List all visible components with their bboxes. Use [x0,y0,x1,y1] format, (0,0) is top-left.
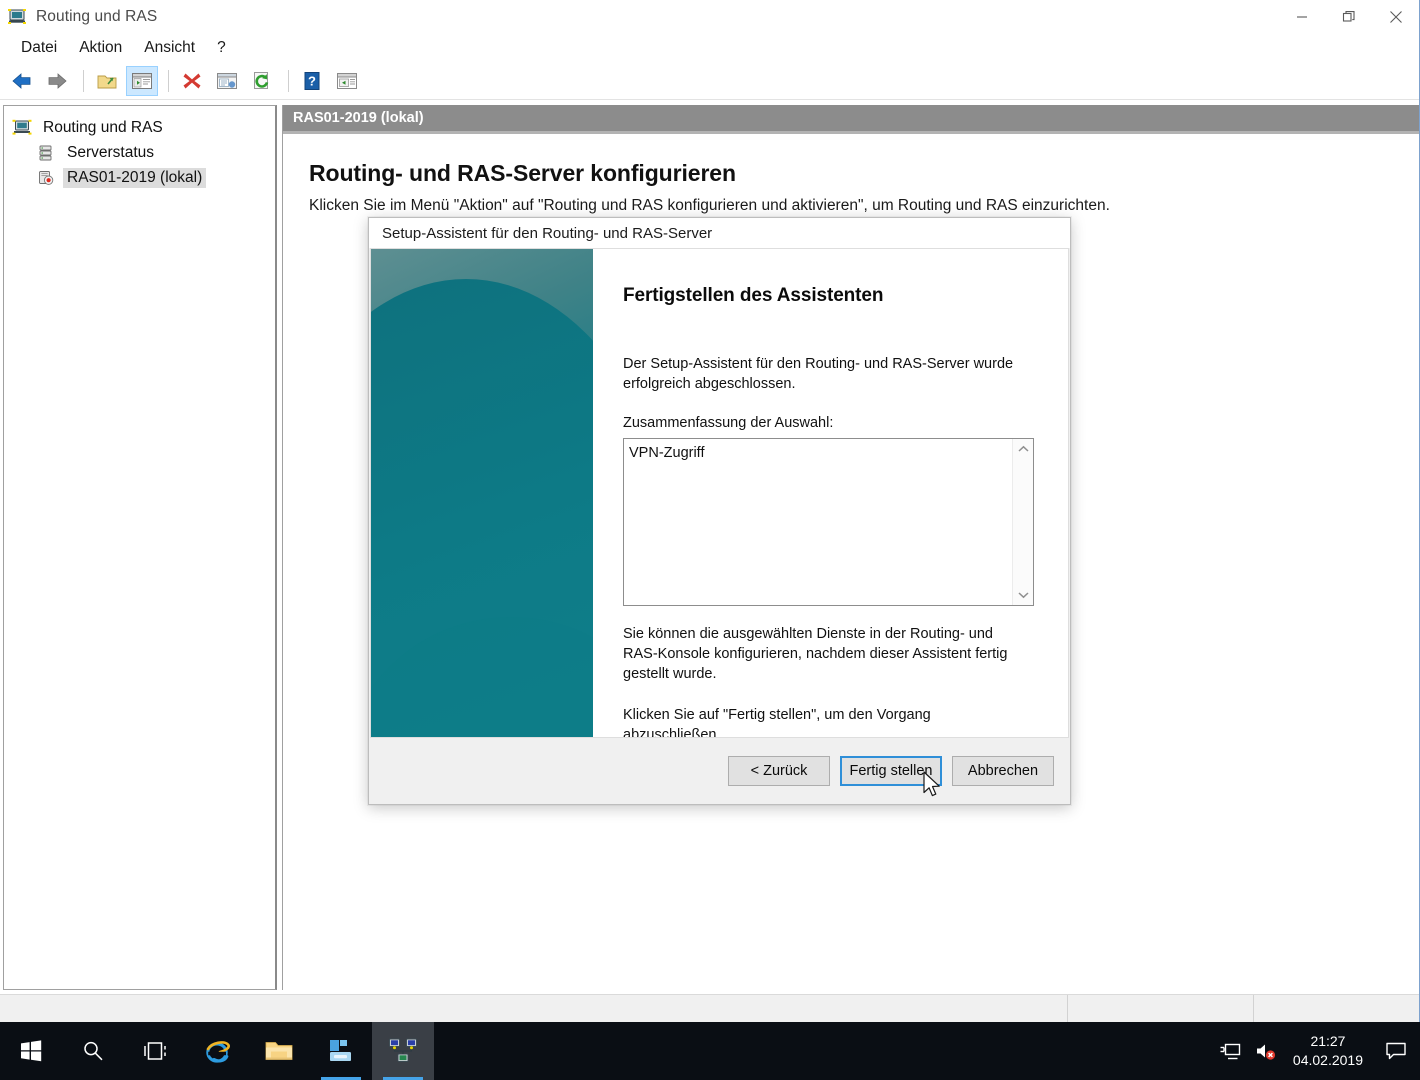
tree-item-label: RAS01-2019 (lokal) [63,167,207,188]
toolbar-separator-3 [288,70,289,92]
back-button[interactable]: < Zurück [728,755,830,786]
window-title: Routing und RAS [36,7,158,25]
delete-icon[interactable] [176,66,208,96]
task-view-icon[interactable] [124,1022,186,1080]
dialog-footer: < Zurück Fertig stellen Abbrechen [370,737,1069,803]
dialog-page: Fertigstellen des Assistenten Der Setup-… [370,248,1069,737]
tree-item-routing-und-ras[interactable]: Routing und RAS [4,115,275,140]
dialog-main: Fertigstellen des Assistenten Der Setup-… [593,249,1068,737]
server-manager-icon[interactable] [310,1022,372,1080]
routing-ras-taskbar-icon[interactable] [372,1022,434,1080]
export-list-icon[interactable] [331,66,363,96]
setup-wizard-dialog: Setup-Assistent für den Routing- und RAS… [368,217,1071,805]
menu-ansicht[interactable]: Ansicht [133,37,206,59]
summary-label: Zusammenfassung der Auswahl: [623,415,834,431]
network-icon[interactable] [1212,1022,1248,1080]
search-icon[interactable] [62,1022,124,1080]
minimize-icon[interactable] [1278,0,1325,33]
finish-button[interactable]: Fertig stellen [840,755,942,786]
properties-icon[interactable] [211,66,243,96]
system-tray: 21:27 04.02.2019 [1212,1022,1420,1080]
taskbar: 21:27 04.02.2019 [0,1022,1420,1080]
up-folder-icon[interactable] [91,66,123,96]
result-pane-content: Routing- und RAS-Server konfigurieren Kl… [283,134,1419,215]
menu-aktion[interactable]: Aktion [68,37,133,59]
forward-icon[interactable] [41,66,73,96]
menubar: Datei Aktion Ansicht ? [0,33,1419,63]
page-subtitle: Klicken Sie im Menü "Aktion" auf "Routin… [309,197,1110,214]
dialog-paragraph-1: Der Setup-Assistent für den Routing- und… [623,356,1014,392]
scroll-down-icon[interactable] [1013,585,1033,605]
tree-item-label: Serverstatus [67,143,155,161]
dialog-titlebar: Setup-Assistent für den Routing- und RAS… [369,218,1070,248]
status-bar-cell-1 [1068,995,1254,1022]
routing-ras-icon [7,7,27,27]
dialog-heading: Fertigstellen des Assistenten [623,285,884,306]
toolbar-separator-2 [168,70,169,92]
ras-server-icon [36,168,56,188]
page-title: Routing- und RAS-Server konfigurieren [309,160,736,186]
refresh-icon[interactable] [246,66,278,96]
menu-datei[interactable]: Datei [10,37,68,59]
svg-text:?: ? [308,74,316,89]
server-status-icon [36,143,56,163]
scroll-up-icon[interactable] [1013,439,1033,459]
toolbar: ? [0,63,1419,100]
toolbar-separator-1 [83,70,84,92]
show-hide-tree-icon[interactable] [126,66,158,96]
cancel-button[interactable]: Abbrechen [952,755,1054,786]
dialog-paragraph-2: Sie können die ausgewählten Dienste in d… [623,626,1008,682]
summary-scrollbar[interactable] [1012,439,1033,605]
summary-list-item: VPN-Zugriff [629,445,705,461]
status-bar [0,994,1419,1022]
restore-icon[interactable] [1325,0,1372,33]
screen: Routing und RAS Datei Aktion Ansicht ? ?… [0,0,1420,1080]
window-titlebar: Routing und RAS [0,0,1419,33]
window-controls [1278,0,1419,33]
clock-time: 21:27 [1310,1033,1346,1050]
file-explorer-icon[interactable] [248,1022,310,1080]
action-center-icon[interactable] [1376,1022,1416,1080]
console-tree: Routing und RAS Serverstatus RAS01-2019 … [4,106,275,190]
dialog-paragraph-3: Klicken Sie auf "Fertig stellen", um den… [623,707,931,737]
menu-hilfe[interactable]: ? [206,37,237,59]
wizard-banner-image [371,249,593,737]
result-pane-header: RAS01-2019 (lokal) [283,105,1419,134]
console-tree-pane: Routing und RAS Serverstatus RAS01-2019 … [3,105,277,990]
help-icon[interactable]: ? [296,66,328,96]
tree-item-label: Routing und RAS [43,118,163,136]
taskbar-clock[interactable]: 21:27 04.02.2019 [1284,1032,1376,1070]
routing-ras-root-icon [12,118,32,138]
summary-listbox[interactable]: VPN-Zugriff [623,438,1034,606]
dialog-title: Setup-Assistent für den Routing- und RAS… [382,224,713,242]
status-bar-cell-2 [1254,995,1419,1022]
tree-item-serverstatus[interactable]: Serverstatus [4,140,275,165]
close-icon[interactable] [1372,0,1419,33]
clock-date: 04.02.2019 [1292,1052,1363,1068]
status-bar-main [0,995,1068,1022]
summary-list[interactable]: VPN-Zugriff [624,439,1012,605]
back-icon[interactable] [6,66,38,96]
windows-start-icon[interactable] [0,1022,62,1080]
tree-item-ras01-2019-lokal[interactable]: RAS01-2019 (lokal) [4,165,275,190]
volume-muted-icon[interactable] [1248,1022,1284,1080]
internet-explorer-icon[interactable] [186,1022,248,1080]
